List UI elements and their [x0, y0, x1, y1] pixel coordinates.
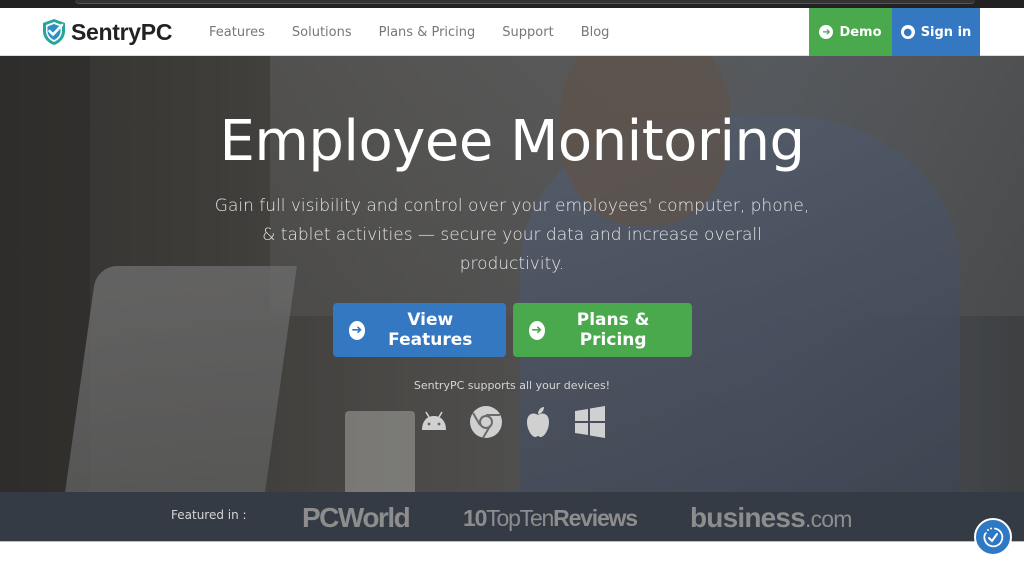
pcworld-logo: PCWorld [302, 502, 411, 533]
nav-blog[interactable]: Blog [581, 25, 610, 40]
toptenreviews-logo: 10TopTenReviews [463, 505, 638, 532]
toptenreviews-a: TopTen [486, 505, 554, 531]
site-header: SentryPC Features Solutions Plans & Pric… [0, 8, 1024, 56]
business-com-b: .com [804, 506, 852, 532]
hero-subtitle: Gain full visibility and control over yo… [214, 196, 810, 274]
shield-check-icon [43, 19, 65, 45]
nav-support[interactable]: Support [502, 25, 553, 40]
supports-text: SentryPC supports all your devices! [413, 379, 611, 392]
user-circle-icon: ● [900, 25, 915, 39]
nav-plans-pricing[interactable]: Plans & Pricing [379, 25, 476, 40]
device-icons [0, 404, 1024, 440]
nav-solutions[interactable]: Solutions [292, 25, 352, 40]
arrow-right-circle-icon: ➜ [348, 320, 366, 340]
demo-button[interactable]: ➜ Demo [809, 8, 892, 56]
sign-in-label: Sign in [920, 24, 972, 40]
business-com-a: business [690, 502, 806, 533]
brand-name: SentryPC [71, 18, 173, 45]
plans-pricing-label: Plans & Pricing [576, 310, 650, 350]
main-nav: Features Solutions Plans & Pricing Suppo… [209, 8, 636, 56]
content-below [0, 543, 1024, 572]
windows-icon [575, 406, 605, 438]
cta-row: ➜ View Features ➜ Plans & Pricing [0, 303, 1024, 357]
hero-section: Employee Monitoring Gain full visibility… [0, 56, 1024, 492]
view-features-button[interactable]: ➜ View Features [332, 303, 506, 357]
address-bar-edge [75, 0, 975, 4]
plans-pricing-button[interactable]: ➜ Plans & Pricing [512, 303, 692, 357]
hero-title: Employee Monitoring [219, 109, 805, 174]
arrow-right-circle-icon: ➜ [528, 320, 545, 340]
brand-logo[interactable]: SentryPC [41, 17, 172, 47]
android-icon [422, 411, 446, 430]
business-com-logo: business.com [690, 502, 852, 534]
featured-label: Featured in : [171, 508, 247, 522]
chrome-icon [470, 406, 502, 439]
nav-features[interactable]: Features [209, 25, 265, 40]
view-features-label: View Features [388, 310, 473, 350]
arrow-right-circle-icon: ➜ [819, 25, 834, 39]
featured-in-bar: Featured in : PCWorld 10TopTenReviews bu… [0, 492, 1024, 542]
page: SentryPC Features Solutions Plans & Pric… [0, 8, 1024, 572]
accessibility-widget-button[interactable] [974, 518, 1012, 556]
hero-content: Employee Monitoring Gain full visibility… [0, 56, 1024, 440]
toptenreviews-badge: 10 [463, 505, 487, 531]
sign-in-button[interactable]: ● Sign in [892, 8, 980, 56]
demo-label: Demo [839, 24, 882, 40]
apple-icon [527, 407, 549, 437]
toptenreviews-b: Reviews [553, 505, 638, 531]
browser-top-strip [0, 0, 1024, 8]
accessibility-icon [983, 527, 1004, 548]
